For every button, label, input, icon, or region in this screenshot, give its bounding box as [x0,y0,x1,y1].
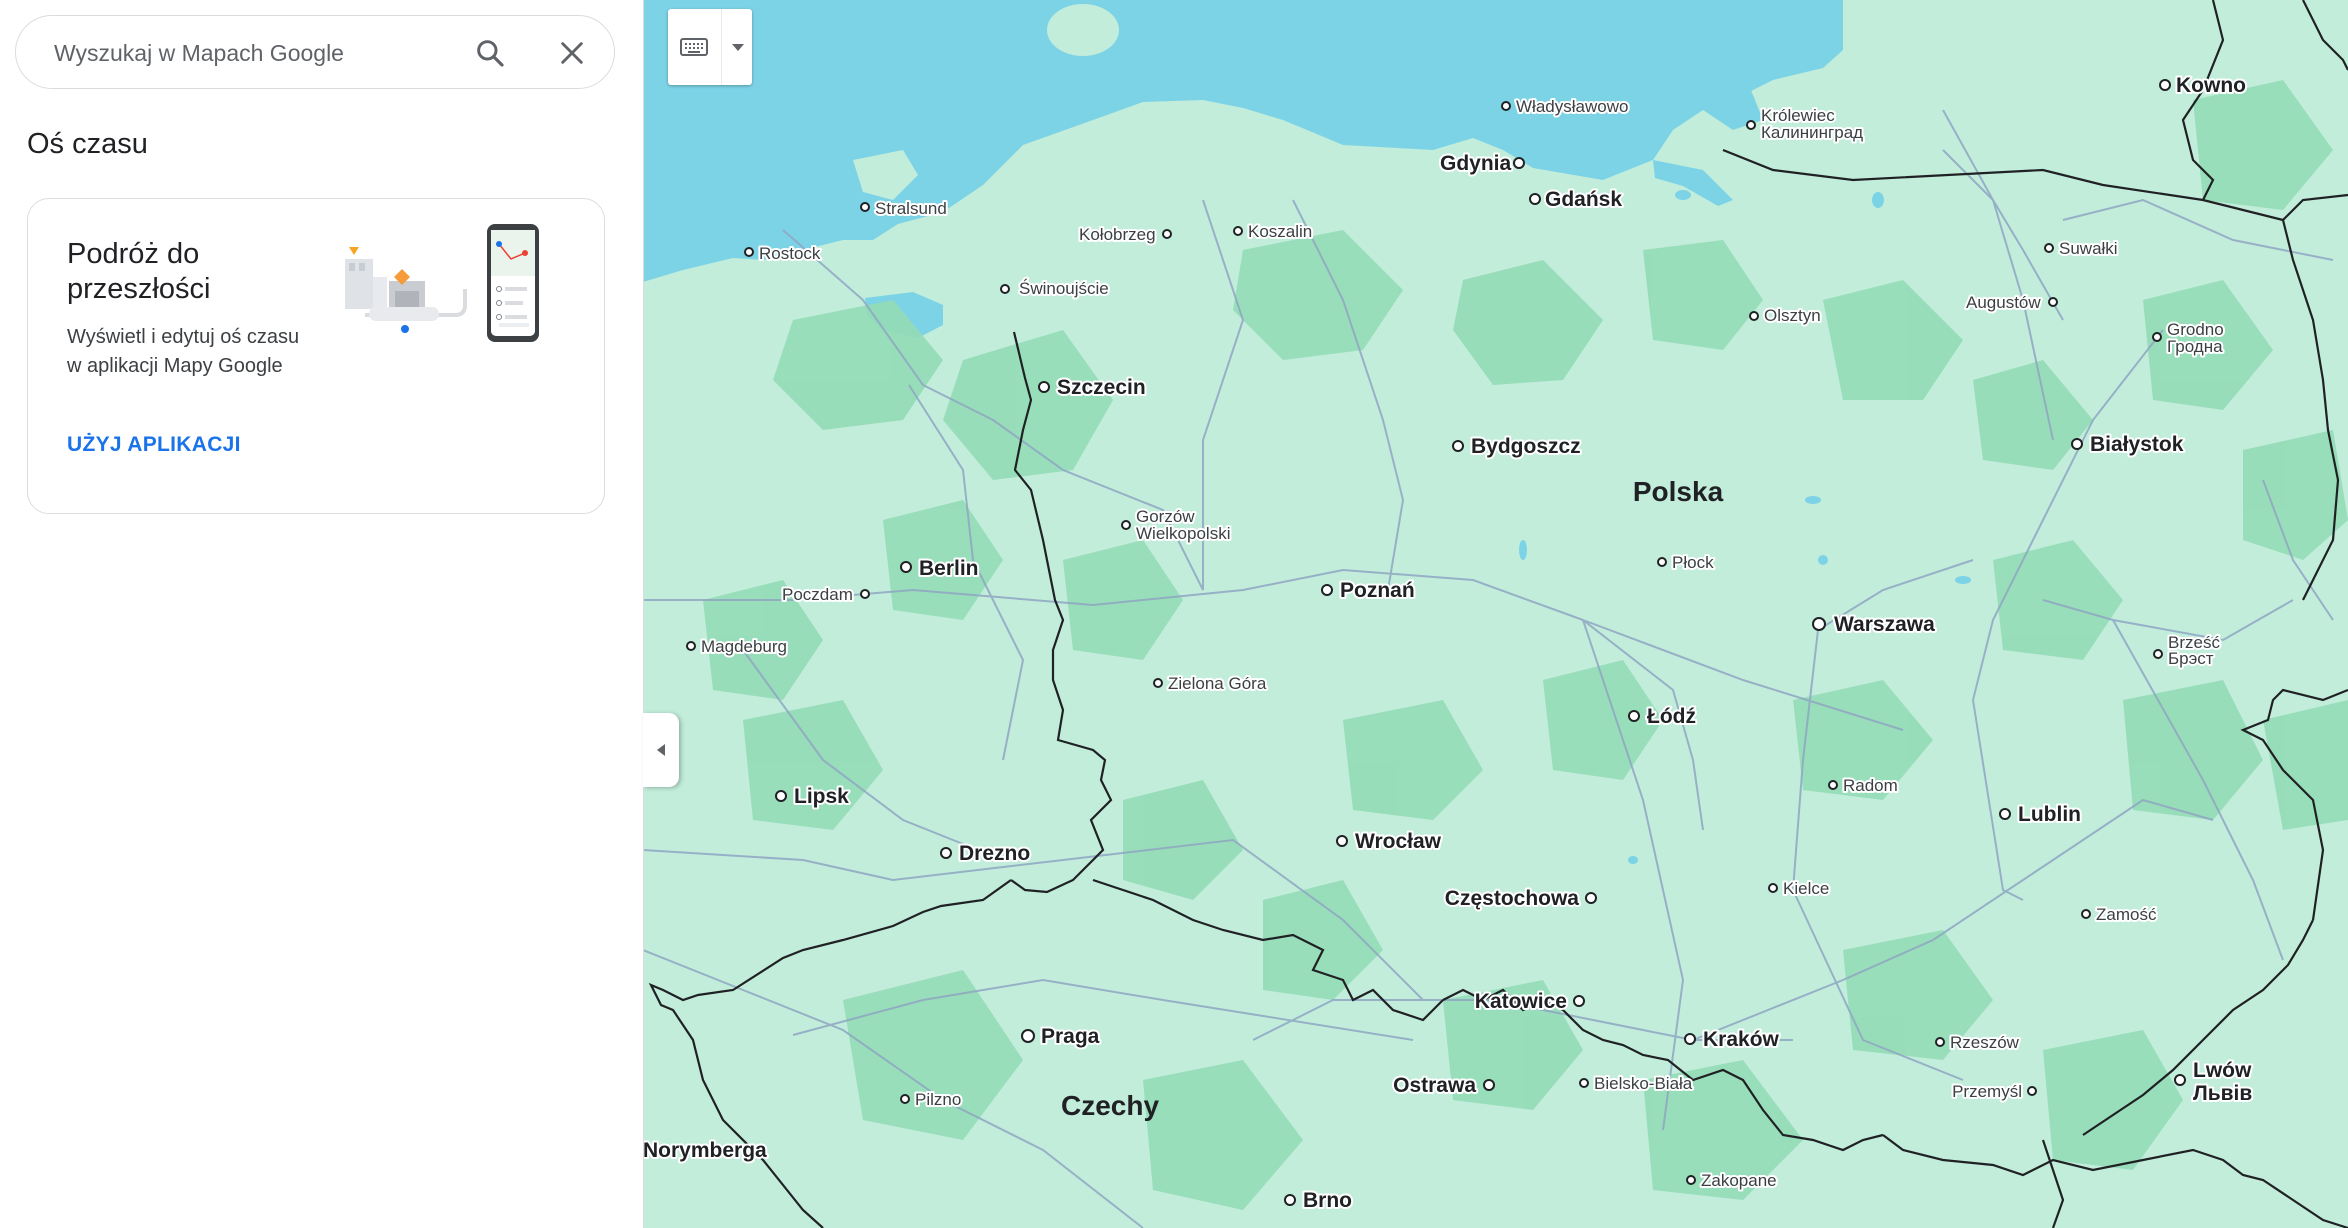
search-box [15,15,615,89]
city-label: Suwałki [2059,239,2118,258]
collapse-panel-button[interactable] [643,713,679,787]
city-label: Płock [1672,553,1714,572]
country-label-czech: Czechy [1061,1090,1159,1121]
keyboard-icon [680,38,708,56]
city-label: Radom [1843,776,1898,795]
city-label: Zakopane [1701,1171,1777,1190]
city-label: Katowice [1475,990,1567,1013]
keyboard-button[interactable] [668,9,720,85]
city-label: Kraków [1703,1028,1780,1051]
city-label: Pilzno [915,1090,961,1109]
city-label: Białystok [2090,433,2184,456]
city-label: Zielona Góra [1168,674,1267,693]
city-label: Львів [2193,1082,2252,1105]
city-label: Świnoujście [1019,279,1109,298]
city-label: Norymberga [643,1139,767,1162]
city-label: Гродна [2167,337,2223,356]
city-label: Ostrawa [1393,1074,1476,1097]
city-label: Kowno [2176,74,2246,97]
city-label: Poczdam [782,585,853,604]
city-label: Poznań [1340,579,1415,602]
city-label: Częstochowa [1445,887,1580,910]
city-label: Rzeszów [1950,1033,2020,1052]
search-input[interactable] [52,34,436,72]
city-label: Warszawa [1834,613,1935,636]
timeline-promo-card: Podróż do przeszłości Wyświetl i edytuj … [27,198,605,514]
city-label: Rostock [759,244,821,263]
city-label: Olsztyn [1764,306,1821,325]
search-button[interactable] [472,35,508,71]
timeline-title: Oś czasu [27,128,148,160]
city-label: Bielsko-Biała [1594,1074,1693,1093]
country-label-poland: Polska [1633,476,1724,507]
city-label: Gdańsk [1545,188,1622,211]
city-label: Koszalin [1248,222,1312,241]
city-label: Брэст [2168,649,2214,668]
use-app-link[interactable]: UŻYJ APLIKACJI [67,433,241,457]
city-label: Szczecin [1057,376,1146,399]
chevron-left-icon [657,744,665,756]
city-label: Berlin [919,557,979,580]
city-label: Kołobrzeg [1079,225,1156,244]
city-label: Praga [1041,1025,1100,1048]
city-label: Kielce [1783,879,1829,898]
card-title: Podróż do przeszłości [67,238,211,305]
city-label: Augustów [1966,293,2041,312]
input-tools-control [668,9,752,85]
city-label: Lublin [2018,803,2081,826]
map-svg: Polska Czechy Władysławowo Królewiec Кал… [643,0,2348,1228]
city-label: Bydgoszcz [1471,435,1581,458]
city-label: Łódź [1647,705,1696,728]
city-label: Brno [1303,1189,1352,1212]
triangle-down-icon [731,44,744,51]
city-label: Lwów [2193,1059,2252,1082]
map-canvas[interactable]: Polska Czechy Władysławowo Królewiec Кал… [643,0,2348,1228]
close-icon [561,42,583,64]
city-label: Władysławowo [1516,97,1628,116]
city-label: Wrocław [1355,830,1442,853]
search-icon [477,40,504,67]
city-label: Gdynia [1440,152,1512,175]
city-label: Magdeburg [701,637,787,656]
city-label: Przemyśl [1952,1082,2022,1101]
side-panel: Oś czasu Podróż do przeszłości Wyświetl … [0,0,644,1228]
city-label: Lipsk [794,785,849,808]
card-description: Wyświetl i edytuj oś czasu w aplikacji M… [67,326,300,377]
clear-search-button[interactable] [554,35,590,71]
city-label: Калининград [1761,123,1863,142]
input-tools-dropdown[interactable] [721,9,753,85]
city-label: Zamość [2096,905,2157,924]
city-label: Wielkopolski [1136,524,1230,543]
timeline-illustration [345,224,539,342]
city-label: Drezno [959,842,1030,865]
city-label: Stralsund [875,199,947,218]
